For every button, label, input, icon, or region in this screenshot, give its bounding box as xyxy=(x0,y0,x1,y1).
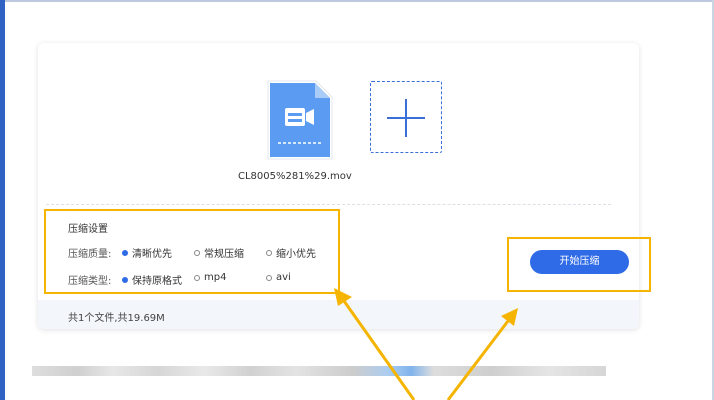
annotation-arrows xyxy=(334,288,518,400)
arrow-to-button-icon xyxy=(446,308,518,400)
arrow-to-settings-icon xyxy=(334,288,416,400)
